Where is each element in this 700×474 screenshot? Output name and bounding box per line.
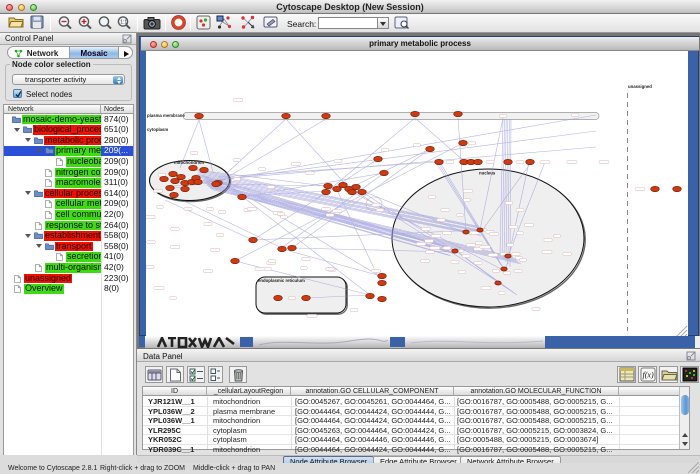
svg-text:nucleus: nucleus [479, 171, 496, 176]
svg-text:plasma membrane: plasma membrane [147, 113, 185, 118]
svg-text:cytoplasm: cytoplasm [147, 127, 168, 132]
svg-text:unassigned: unassigned [628, 84, 652, 89]
svg-text:1:1: 1:1 [120, 20, 127, 26]
svg-text:mitochondrion: mitochondrion [174, 160, 204, 165]
svg-text:f(x): f(x) [643, 371, 654, 380]
svg-text:endoplasmic reticulum: endoplasmic reticulum [258, 278, 305, 283]
